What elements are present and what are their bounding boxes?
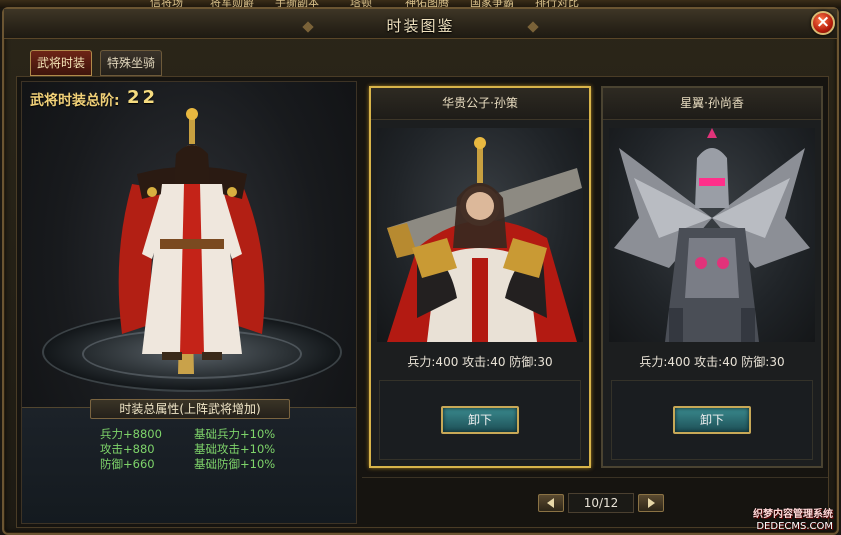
costume-name: 星翼·孙尚香 (603, 88, 821, 120)
content-area: 武将时装总阶: 22 时装总属性(上阵武将增加) 兵力+8800 基础兵力+10… (16, 76, 829, 528)
costume-stats: 兵力:400 攻击:40 防御:30 (639, 355, 785, 369)
hero-figure (118, 108, 265, 374)
title-bar: 时装图鉴 × (4, 9, 837, 39)
attr-hp: 兵力+8800 (100, 427, 162, 441)
tab-general-costume[interactable]: 武将时装 (30, 50, 93, 76)
close-icon: × (815, 12, 831, 32)
card-action-area: 卸下 (379, 380, 581, 460)
costume-card[interactable]: 星翼·孙尚香 兵力:400 攻击:40 防御:30 卸下 (601, 86, 823, 468)
window-title: 时装图鉴 (386, 17, 455, 35)
sunce-portrait (387, 137, 582, 342)
watermark-line1: 织梦内容管理系统 (753, 509, 833, 520)
card-action-area: 卸下 (611, 380, 813, 460)
hero-preview-panel: 武将时装总阶: 22 时装总属性(上阵武将增加) 兵力+8800 基础兵力+10… (21, 81, 357, 524)
costume-portrait (609, 128, 815, 342)
unequip-button[interactable]: 卸下 (673, 406, 751, 434)
prev-page-button[interactable] (538, 494, 564, 512)
arrow-left-icon (547, 498, 554, 508)
attr-atk-bonus: 基础攻击+10% (194, 442, 276, 456)
attr-def: 防御+660 (100, 457, 155, 471)
costume-portrait (377, 128, 583, 342)
sunshangxiang-portrait (614, 128, 810, 342)
costume-card[interactable]: 华贵公子·孙策 兵力:400 攻击:40 防御:30 卸下 (369, 86, 591, 468)
watermark-line2: DEDECMS.COM (756, 521, 833, 532)
watermark: 织梦内容管理系统 DEDECMS.COM (753, 509, 833, 533)
costume-gallery-window: 时装图鉴 × 武将时装 特殊坐骑 武将时装总阶: 22 时装总属性(上阵武将增加… (2, 7, 839, 535)
costume-name: 华贵公子·孙策 (371, 88, 589, 120)
attr-hp-bonus: 基础兵力+10% (194, 427, 276, 441)
attr-def-bonus: 基础防御+10% (194, 457, 276, 471)
close-button[interactable]: × (811, 11, 835, 35)
attribute-box: 时装总属性(上阵武将增加) 兵力+8800 基础兵力+10% 攻击+880 基础… (22, 399, 356, 523)
unequip-button[interactable]: 卸下 (441, 406, 519, 434)
costume-stats: 兵力:400 攻击:40 防御:30 (407, 355, 553, 369)
page-indicator: 10/12 (568, 493, 634, 513)
attribute-title: 时装总属性(上阵武将增加) (90, 399, 290, 419)
next-page-button[interactable] (638, 494, 664, 512)
game-screen: 信将场 将军勋爵 手撕副本 塔顿 神佑图腾 国家争霸 排行对比 时装图鉴 × 武… (0, 0, 841, 535)
attr-atk: 攻击+880 (100, 442, 155, 456)
arrow-right-icon (648, 498, 655, 508)
tab-special-mount[interactable]: 特殊坐骑 (100, 50, 163, 76)
